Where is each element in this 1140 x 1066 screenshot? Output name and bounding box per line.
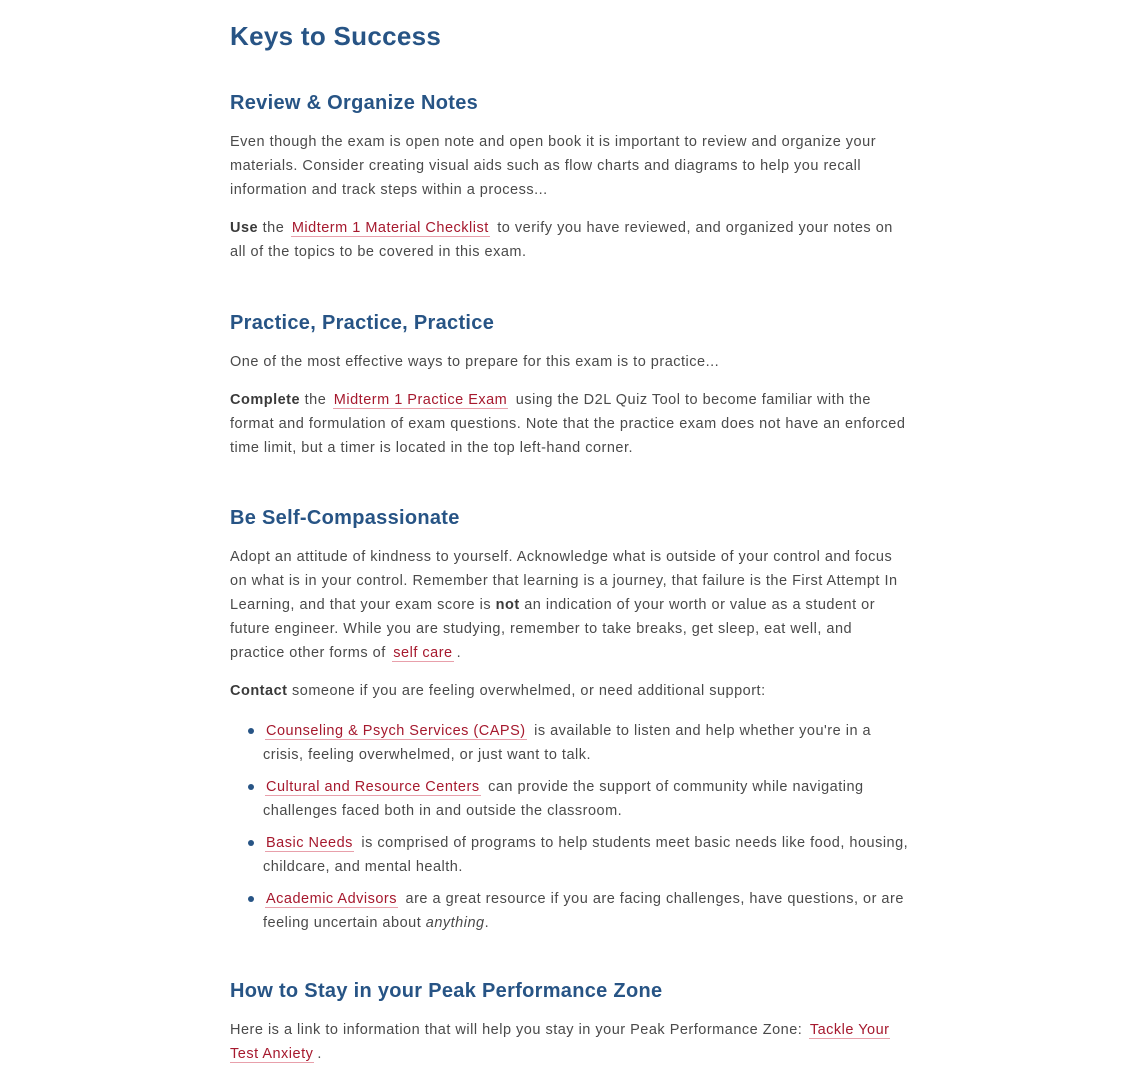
text: is comprised of programs to help student…: [263, 835, 909, 875]
heading-peak-performance: How to Stay in your Peak Performance Zon…: [230, 980, 663, 1002]
bold-use: Use: [230, 220, 259, 236]
text: the: [300, 392, 331, 408]
bullet-icon: [248, 896, 254, 902]
text: .: [484, 915, 490, 931]
cultural-resource-centers-link[interactable]: Cultural and Resource Centers: [265, 779, 481, 796]
support-resources-list: Counseling & Psych Services (CAPS) is av…: [230, 719, 910, 935]
heading-practice: Practice, Practice, Practice: [230, 312, 495, 334]
list-item: Basic Needs is comprised of programs to …: [248, 831, 910, 879]
basic-needs-link[interactable]: Basic Needs: [265, 835, 354, 852]
midterm-material-checklist-link[interactable]: Midterm 1 Material Checklist: [290, 220, 490, 237]
text: someone if you are feeling overwhelmed, …: [287, 683, 766, 699]
text: using the D2L Quiz Tool to become famili…: [230, 392, 906, 456]
practice-exam-paragraph: Complete the Midterm 1 Practice Exam usi…: [230, 388, 910, 460]
text: .: [317, 1046, 322, 1062]
self-compassion-paragraph: Adopt an attitude of kindness to yoursel…: [230, 545, 910, 665]
bullet-icon: [248, 728, 254, 734]
bold-contact: Contact: [230, 683, 288, 699]
page-content: Keys to Success Review & Organize Notes …: [230, 0, 910, 1066]
italic-anything: anything: [425, 915, 485, 931]
caps-link[interactable]: Counseling & Psych Services (CAPS): [265, 723, 527, 740]
academic-advisors-link[interactable]: Academic Advisors: [265, 891, 398, 908]
text: .: [456, 645, 462, 661]
bullet-icon: [248, 784, 254, 790]
list-item: Cultural and Resource Centers can provid…: [248, 775, 910, 823]
text: the: [258, 220, 289, 236]
review-checklist-paragraph: Use the Midterm 1 Material Checklist to …: [230, 216, 910, 264]
list-item: Academic Advisors are a great resource i…: [248, 887, 910, 935]
heading-self-compassionate: Be Self-Compassionate: [230, 507, 460, 529]
contact-paragraph: Contact someone if you are feeling overw…: [230, 679, 910, 703]
heading-review-organize-notes: Review & Organize Notes: [230, 92, 479, 114]
bold-complete: Complete: [230, 392, 301, 408]
review-paragraph: Even though the exam is open note and op…: [230, 134, 877, 198]
self-care-link[interactable]: self care: [392, 645, 454, 662]
list-item: Counseling & Psych Services (CAPS) is av…: [248, 719, 910, 767]
text: Here is a link to information that will …: [230, 1022, 807, 1038]
midterm-practice-exam-link[interactable]: Midterm 1 Practice Exam: [332, 392, 509, 409]
bold-not: not: [495, 597, 520, 613]
peak-performance-paragraph: Here is a link to information that will …: [230, 1018, 910, 1066]
bullet-icon: [248, 840, 254, 846]
practice-paragraph: One of the most effective ways to prepar…: [230, 354, 720, 370]
page-title: Keys to Success: [230, 21, 442, 51]
